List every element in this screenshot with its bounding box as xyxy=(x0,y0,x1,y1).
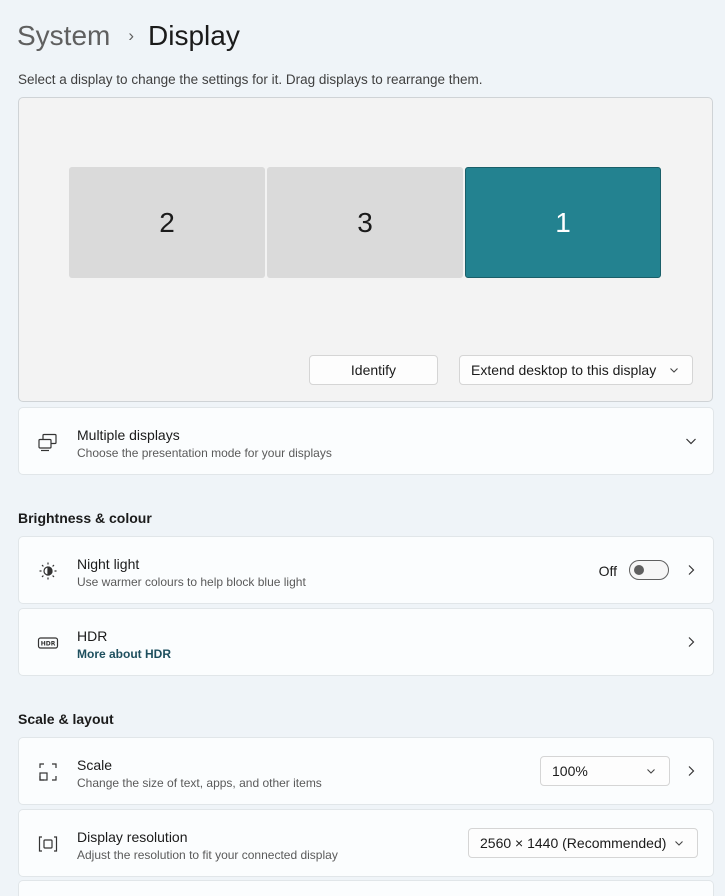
multiple-displays-title: Multiple displays xyxy=(77,427,180,443)
scale-title: Scale xyxy=(77,757,113,773)
display-tile-number: 3 xyxy=(357,206,373,238)
display-tile-number: 1 xyxy=(555,206,571,238)
scale-icon xyxy=(37,761,59,783)
display-mode-dropdown[interactable]: Extend desktop to this display xyxy=(459,355,693,385)
scale-description: Change the size of text, apps, and other… xyxy=(77,776,322,790)
night-light-toggle[interactable] xyxy=(629,560,669,580)
scale-layout-heading: Scale & layout xyxy=(18,711,114,727)
display-tile-3[interactable]: 3 xyxy=(267,167,463,278)
display-resolution-dropdown[interactable]: 2560 × 1440 (Recommended) xyxy=(468,828,698,858)
night-light-card[interactable]: Night light Use warmer colours to help b… xyxy=(18,536,714,604)
toggle-knob xyxy=(634,565,644,575)
display-tile-number: 2 xyxy=(159,206,175,238)
night-light-icon xyxy=(37,560,59,582)
display-mode-value: Extend desktop to this display xyxy=(471,362,657,378)
night-light-description: Use warmer colours to help block blue li… xyxy=(77,575,306,589)
display-resolution-value: 2560 × 1440 (Recommended) xyxy=(480,835,667,851)
night-light-state-label: Off xyxy=(598,563,617,579)
chevron-right-icon[interactable] xyxy=(684,635,698,649)
chevron-down-icon xyxy=(645,765,657,777)
multiple-displays-description: Choose the presentation mode for your di… xyxy=(77,446,332,460)
scale-value: 100% xyxy=(552,763,588,779)
next-settings-card[interactable] xyxy=(18,880,714,896)
scale-card[interactable]: Scale Change the size of text, apps, and… xyxy=(18,737,714,805)
display-resolution-card[interactable]: Display resolution Adjust the resolution… xyxy=(18,809,714,877)
breadcrumb-separator: › xyxy=(128,26,135,45)
arrange-instructions: Select a display to change the settings … xyxy=(18,72,483,87)
night-light-title: Night light xyxy=(77,556,140,572)
multiple-displays-icon xyxy=(37,431,59,453)
chevron-right-icon[interactable] xyxy=(684,764,698,778)
chevron-down-icon xyxy=(673,837,685,849)
display-resolution-description: Adjust the resolution to fit your connec… xyxy=(77,848,338,862)
scale-dropdown[interactable]: 100% xyxy=(540,756,670,786)
display-resolution-title: Display resolution xyxy=(77,829,188,845)
more-about-hdr-link[interactable]: More about HDR xyxy=(77,647,171,661)
display-tile-1-selected[interactable]: 1 xyxy=(465,167,661,278)
hdr-icon: HDR xyxy=(37,632,59,654)
identify-button[interactable]: Identify xyxy=(309,355,438,385)
svg-text:HDR: HDR xyxy=(41,641,56,648)
page-title: Display xyxy=(148,20,240,51)
breadcrumb-system-link[interactable]: System xyxy=(17,20,110,52)
chevron-down-icon[interactable] xyxy=(684,434,698,448)
display-tile-2[interactable]: 2 xyxy=(69,167,265,278)
display-resolution-icon xyxy=(37,833,59,855)
chevron-down-icon xyxy=(668,364,680,376)
display-arrangement-panel: 2 3 1 Identify Extend desktop to this di… xyxy=(18,97,713,402)
hdr-title: HDR xyxy=(77,628,108,644)
brightness-colour-heading: Brightness & colour xyxy=(18,510,152,526)
breadcrumb: System › Display xyxy=(17,16,240,56)
identify-button-label: Identify xyxy=(350,362,397,378)
hdr-card[interactable]: HDR HDR More about HDR xyxy=(18,608,714,676)
chevron-right-icon[interactable] xyxy=(684,563,698,577)
multiple-displays-card[interactable]: Multiple displays Choose the presentatio… xyxy=(18,407,714,475)
